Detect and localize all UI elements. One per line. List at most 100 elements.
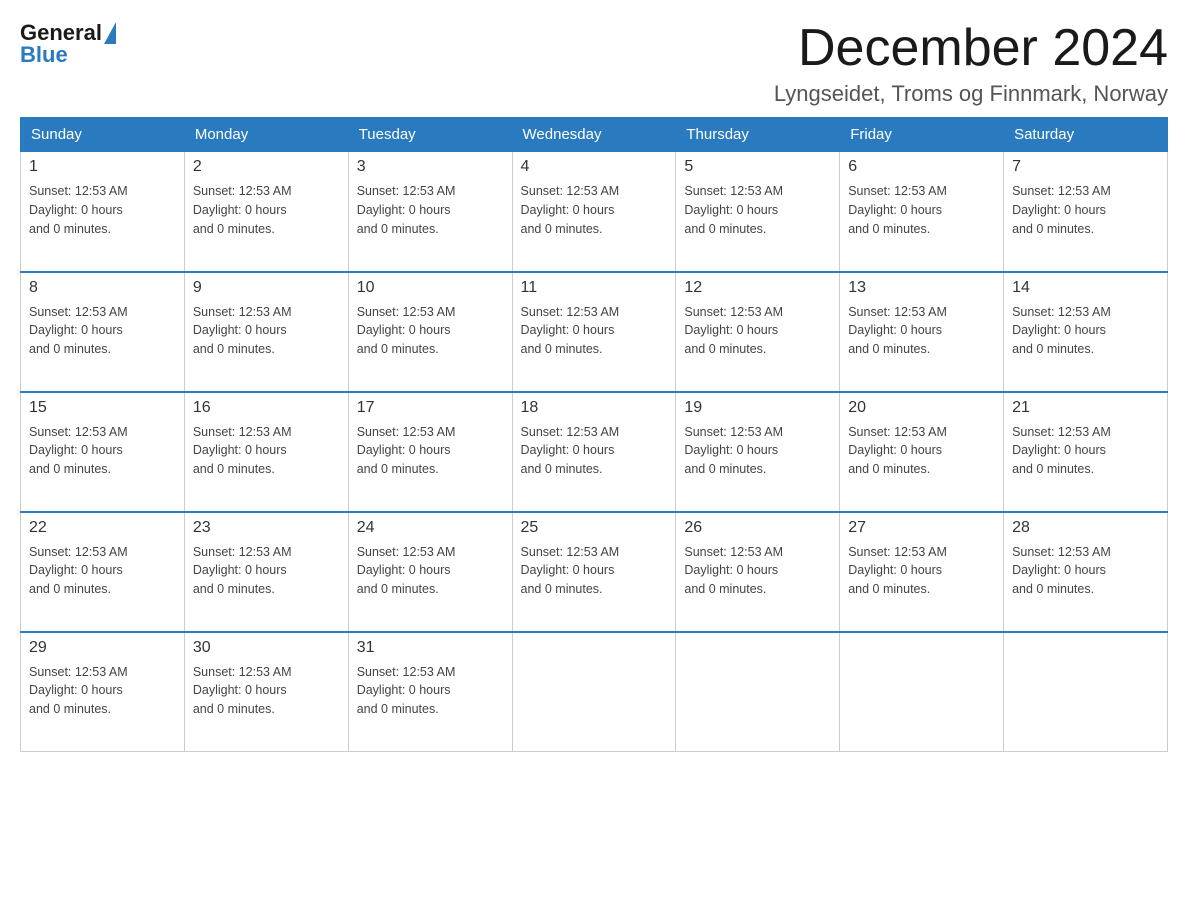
day-number: 6	[848, 158, 995, 176]
week-row-1: 1 Sunset: 12:53 AM Daylight: 0 hours and …	[21, 152, 1168, 272]
calendar-cell: 17 Sunset: 12:53 AM Daylight: 0 hours and…	[348, 392, 512, 512]
header-thursday: Thursday	[676, 118, 840, 152]
day-number: 1	[29, 158, 176, 176]
day-number: 10	[357, 279, 504, 297]
day-info: Sunset: 12:53 AM Daylight: 0 hours and 0…	[193, 423, 340, 479]
header-friday: Friday	[840, 118, 1004, 152]
week-row-3: 15 Sunset: 12:53 AM Daylight: 0 hours and…	[21, 392, 1168, 512]
day-number: 3	[357, 158, 504, 176]
day-info: Sunset: 12:53 AM Daylight: 0 hours and 0…	[29, 543, 176, 599]
day-number: 23	[193, 519, 340, 537]
logo-blue-text: Blue	[20, 42, 68, 68]
day-number: 30	[193, 639, 340, 657]
day-number: 18	[521, 399, 668, 417]
calendar-cell: 6 Sunset: 12:53 AM Daylight: 0 hours and …	[840, 152, 1004, 272]
day-info: Sunset: 12:53 AM Daylight: 0 hours and 0…	[521, 543, 668, 599]
week-row-4: 22 Sunset: 12:53 AM Daylight: 0 hours and…	[21, 512, 1168, 632]
header-sunday: Sunday	[21, 118, 185, 152]
day-number: 22	[29, 519, 176, 537]
day-number: 15	[29, 399, 176, 417]
day-info: Sunset: 12:53 AM Daylight: 0 hours and 0…	[1012, 423, 1159, 479]
calendar-cell: 24Sunset: 12:53 AM Daylight: 0 hours and…	[348, 512, 512, 632]
day-info: Sunset: 12:53 AM Daylight: 0 hours and 0…	[357, 423, 504, 479]
title-area: December 2024 Lyngseidet, Troms og Finnm…	[774, 20, 1168, 107]
calendar-cell: 29 Sunset: 12:53 AM Daylight: 0 hours and…	[21, 632, 185, 752]
day-info: Sunset: 12:53 AM Daylight: 0 hours and 0…	[521, 303, 668, 359]
day-number: 29	[29, 639, 176, 657]
header-tuesday: Tuesday	[348, 118, 512, 152]
day-number: 20	[848, 399, 995, 417]
calendar-cell: 25 Sunset: 12:53 AM Daylight: 0 hours and…	[512, 512, 676, 632]
day-number: 26	[684, 519, 831, 537]
calendar-cell: 26 Sunset: 12:53 AM Daylight: 0 hours and…	[676, 512, 840, 632]
logo-triangle-icon	[104, 22, 116, 44]
day-number: 31	[357, 639, 504, 657]
day-info: Sunset: 12:53 AM Daylight: 0 hours and 0…	[848, 543, 995, 599]
day-info: Sunset: 12:53 AM Daylight: 0 hours and 0…	[684, 543, 831, 599]
calendar-cell: 8 Sunset: 12:53 AM Daylight: 0 hours and …	[21, 272, 185, 392]
week-row-2: 8 Sunset: 12:53 AM Daylight: 0 hours and …	[21, 272, 1168, 392]
calendar-cell: 12Sunset: 12:53 AM Daylight: 0 hours and…	[676, 272, 840, 392]
day-number: 27	[848, 519, 995, 537]
day-info: Sunset: 12:53 AM Daylight: 0 hours and 0…	[193, 182, 340, 238]
calendar-cell: 20 Sunset: 12:53 AM Daylight: 0 hours and…	[840, 392, 1004, 512]
calendar-cell: 18Sunset: 12:53 AM Daylight: 0 hours and…	[512, 392, 676, 512]
calendar-cell: 31 Sunset: 12:53 AM Daylight: 0 hours and…	[348, 632, 512, 752]
calendar-cell: 3 Sunset: 12:53 AM Daylight: 0 hours and …	[348, 152, 512, 272]
day-number: 4	[521, 158, 668, 176]
week-row-5: 29 Sunset: 12:53 AM Daylight: 0 hours and…	[21, 632, 1168, 752]
day-info: Sunset: 12:53 AM Daylight: 0 hours and 0…	[357, 663, 504, 719]
calendar-cell	[1004, 632, 1168, 752]
calendar-cell: 15 Sunset: 12:53 AM Daylight: 0 hours and…	[21, 392, 185, 512]
day-info: Sunset: 12:53 AM Daylight: 0 hours and 0…	[848, 182, 995, 238]
day-number: 14	[1012, 279, 1159, 297]
calendar-cell: 5Sunset: 12:53 AM Daylight: 0 hours and …	[676, 152, 840, 272]
calendar-cell: 11 Sunset: 12:53 AM Daylight: 0 hours and…	[512, 272, 676, 392]
day-number: 16	[193, 399, 340, 417]
day-info: Sunset: 12:53 AM Daylight: 0 hours and 0…	[357, 543, 504, 599]
calendar-cell: 16 Sunset: 12:53 AM Daylight: 0 hours and…	[184, 392, 348, 512]
header-monday: Monday	[184, 118, 348, 152]
day-number: 12	[684, 279, 831, 297]
logo: General Blue	[20, 20, 116, 68]
weekday-header-row: Sunday Monday Tuesday Wednesday Thursday…	[21, 118, 1168, 152]
day-info: Sunset: 12:53 AM Daylight: 0 hours and 0…	[193, 303, 340, 359]
calendar-cell: 28 Sunset: 12:53 AM Daylight: 0 hours and…	[1004, 512, 1168, 632]
calendar-cell: 13Sunset: 12:53 AM Daylight: 0 hours and…	[840, 272, 1004, 392]
day-number: 28	[1012, 519, 1159, 537]
day-info: Sunset: 12:53 AM Daylight: 0 hours and 0…	[1012, 303, 1159, 359]
day-info: Sunset: 12:53 AM Daylight: 0 hours and 0…	[193, 663, 340, 719]
day-number: 21	[1012, 399, 1159, 417]
day-info: Sunset: 12:53 AM Daylight: 0 hours and 0…	[684, 423, 831, 479]
calendar-cell: 7 Sunset: 12:53 AM Daylight: 0 hours and …	[1004, 152, 1168, 272]
day-info: Sunset: 12:53 AM Daylight: 0 hours and 0…	[357, 303, 504, 359]
calendar-cell: 9Sunset: 12:53 AM Daylight: 0 hours and …	[184, 272, 348, 392]
location-title: Lyngseidet, Troms og Finnmark, Norway	[774, 81, 1168, 107]
header-wednesday: Wednesday	[512, 118, 676, 152]
calendar-cell: 10 Sunset: 12:53 AM Daylight: 0 hours and…	[348, 272, 512, 392]
day-number: 8	[29, 279, 176, 297]
day-number: 7	[1012, 158, 1159, 176]
day-info: Sunset: 12:53 AM Daylight: 0 hours and 0…	[1012, 543, 1159, 599]
calendar-cell: 21 Sunset: 12:53 AM Daylight: 0 hours and…	[1004, 392, 1168, 512]
day-number: 5	[684, 158, 831, 176]
day-info: Sunset: 12:53 AM Daylight: 0 hours and 0…	[29, 182, 176, 238]
day-info: Sunset: 12:53 AM Daylight: 0 hours and 0…	[357, 182, 504, 238]
page-header: General Blue December 2024 Lyngseidet, T…	[20, 20, 1168, 107]
day-info: Sunset: 12:53 AM Daylight: 0 hours and 0…	[29, 303, 176, 359]
header-saturday: Saturday	[1004, 118, 1168, 152]
day-number: 17	[357, 399, 504, 417]
day-number: 25	[521, 519, 668, 537]
calendar-cell: 14 Sunset: 12:53 AM Daylight: 0 hours and…	[1004, 272, 1168, 392]
calendar-cell: 27 Sunset: 12:53 AM Daylight: 0 hours and…	[840, 512, 1004, 632]
day-info: Sunset: 12:53 AM Daylight: 0 hours and 0…	[848, 423, 995, 479]
day-info: Sunset: 12:53 AM Daylight: 0 hours and 0…	[1012, 182, 1159, 238]
day-number: 19	[684, 399, 831, 417]
calendar-cell: 19 Sunset: 12:53 AM Daylight: 0 hours and…	[676, 392, 840, 512]
calendar-cell: 2 Sunset: 12:53 AM Daylight: 0 hours and …	[184, 152, 348, 272]
day-number: 2	[193, 158, 340, 176]
day-number: 11	[521, 279, 668, 297]
day-info: Sunset: 12:53 AM Daylight: 0 hours and 0…	[29, 663, 176, 719]
day-info: Sunset: 12:53 AM Daylight: 0 hours and 0…	[848, 303, 995, 359]
day-info: Sunset: 12:53 AM Daylight: 0 hours and 0…	[29, 423, 176, 479]
